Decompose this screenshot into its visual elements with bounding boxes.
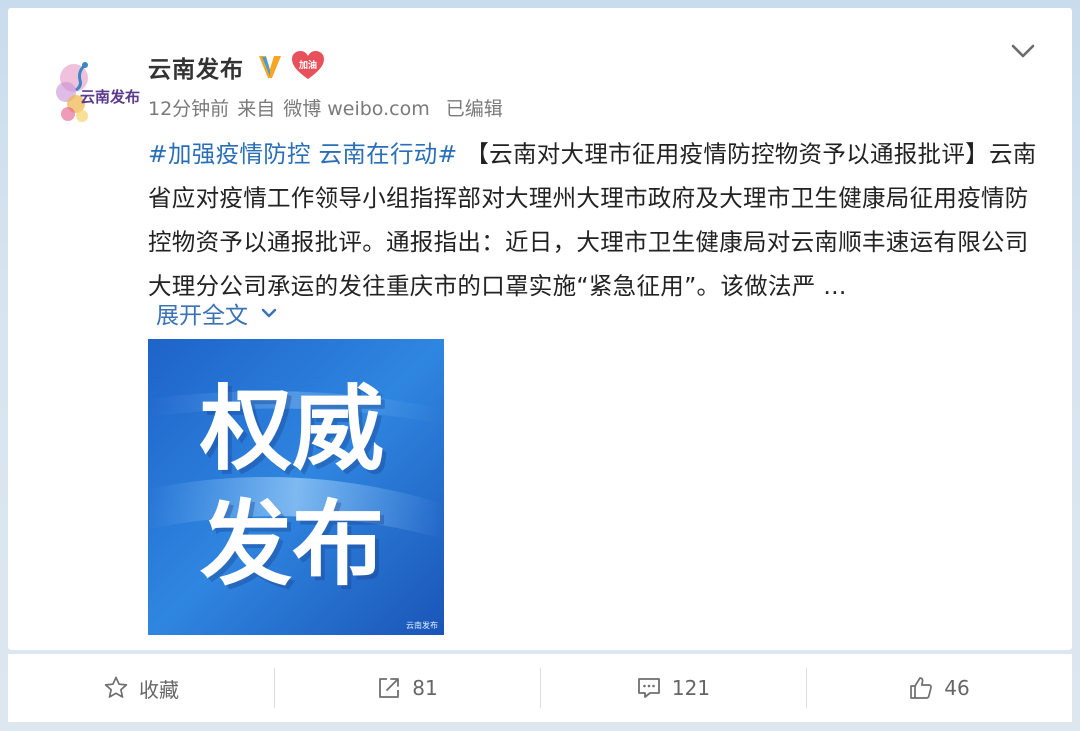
avatar[interactable]: 云南发布 bbox=[44, 46, 140, 142]
image-watermark: 云南发布 bbox=[406, 620, 438, 630]
comment-button[interactable]: 121 bbox=[540, 654, 806, 722]
like-button[interactable]: 46 bbox=[806, 654, 1072, 722]
heart-badge-icon: 加油 bbox=[291, 50, 325, 80]
thumb-up-icon bbox=[910, 677, 933, 699]
favorite-button[interactable]: 收藏 bbox=[8, 654, 274, 722]
repost-count: 81 bbox=[412, 676, 438, 700]
favorite-label: 收藏 bbox=[139, 677, 179, 702]
action-bar: 收藏 81 121 46 bbox=[8, 654, 1072, 722]
chevron-down-icon[interactable] bbox=[1008, 36, 1038, 66]
hashtag-link[interactable]: #加强疫情防控 云南在行动# bbox=[148, 140, 458, 168]
image-title-line1: 权威 bbox=[199, 376, 384, 483]
username[interactable]: 云南发布 bbox=[148, 50, 244, 84]
peacock-logo: 云南发布 bbox=[56, 62, 140, 122]
comment-count: 121 bbox=[671, 676, 711, 700]
post-text: #加强疫情防控 云南在行动# 【云南对大理市征用疫情防控物资予以通报批评】云南省… bbox=[148, 132, 1048, 308]
post-source[interactable]: 微博 weibo.com bbox=[283, 94, 430, 121]
edited-label[interactable]: 已编辑 bbox=[446, 94, 503, 121]
repost-icon bbox=[379, 678, 400, 698]
verified-v-icon bbox=[259, 56, 281, 78]
star-icon bbox=[104, 676, 128, 698]
source-prefix: 来自 bbox=[237, 98, 276, 120]
expand-full-text-button[interactable]: 展开全文 bbox=[156, 296, 280, 330]
weibo-post-card: 云南发布 云南发布 加油 12分钟前 来自 微博 weibo.com 已编辑 #… bbox=[8, 8, 1072, 650]
expand-label: 展开全文 bbox=[156, 303, 248, 329]
comment-icon bbox=[638, 678, 660, 698]
image-title-line2: 发布 bbox=[200, 491, 384, 598]
post-image[interactable]: 权威 权威 发布 发布 云南发布 bbox=[148, 339, 444, 635]
chevron-down-icon bbox=[261, 308, 277, 318]
post-time[interactable]: 12分钟前 bbox=[148, 94, 229, 121]
badge-text: 加油 bbox=[298, 61, 317, 71]
repost-button[interactable]: 81 bbox=[274, 654, 540, 722]
like-count: 46 bbox=[944, 676, 970, 700]
avatar-text: 云南发布 bbox=[80, 88, 140, 106]
post-meta: 12分钟前 来自 微博 weibo.com 已编辑 bbox=[148, 94, 503, 121]
